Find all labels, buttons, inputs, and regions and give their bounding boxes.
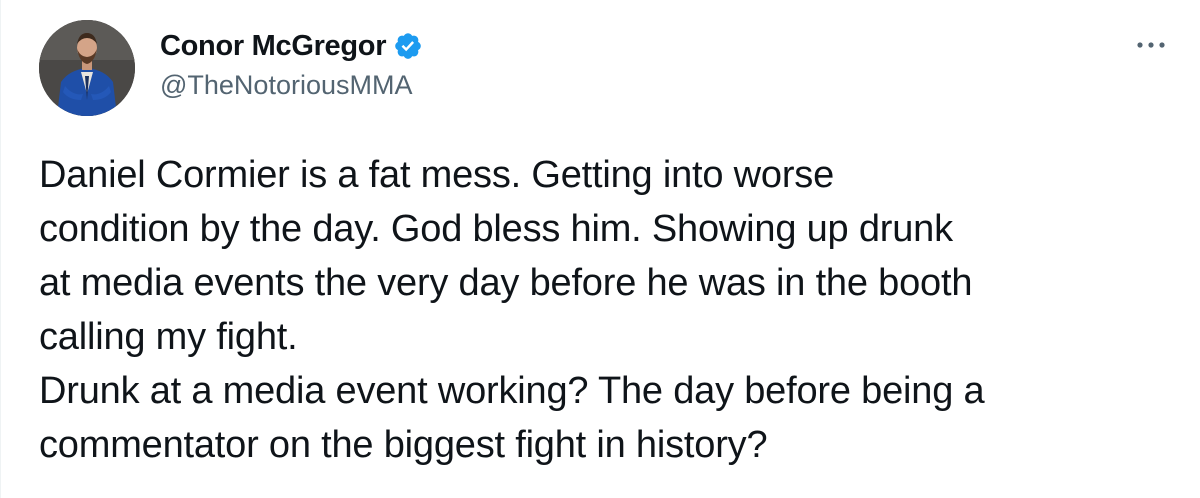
avatar-photo [39,20,135,116]
author-block: Conor McGregor @TheNotoriousMMA [160,28,423,101]
author-handle[interactable]: @TheNotoriousMMA [160,70,423,101]
verified-badge-icon [393,31,423,61]
more-options-icon [1137,42,1165,48]
tweet-card: Conor McGregor @TheNotoriousMMA Daniel C… [0,0,1200,498]
tweet-text: Daniel Cormier is a fat mess. Getting in… [39,154,985,466]
author-avatar[interactable] [39,20,135,116]
more-options-button[interactable] [1134,28,1168,62]
author-name-row: Conor McGregor [160,28,423,64]
author-display-name[interactable]: Conor McGregor [160,30,387,63]
